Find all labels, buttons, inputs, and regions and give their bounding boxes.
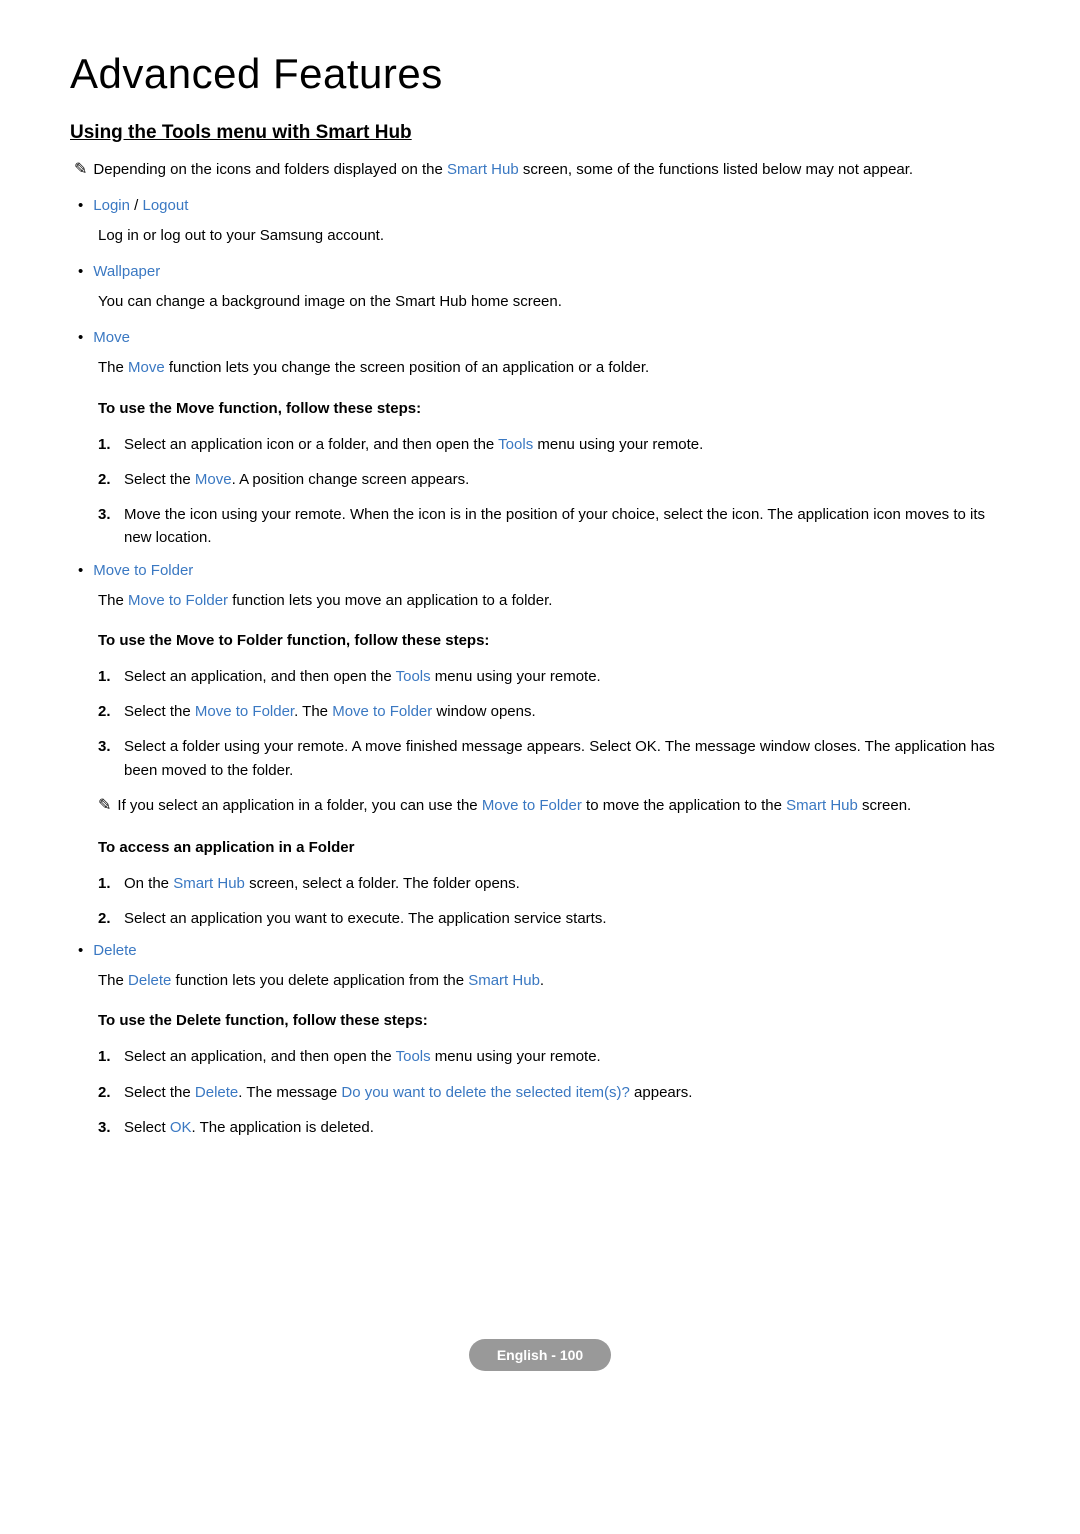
step-number: 1. xyxy=(98,872,124,895)
section-title: Using the Tools menu with Smart Hub xyxy=(70,122,1010,144)
bullet-delete: • Delete xyxy=(70,942,1010,959)
note-text: If you select an application in a folder… xyxy=(117,794,911,817)
bullet-move: • Move xyxy=(70,329,1010,346)
step-number: 1. xyxy=(98,433,124,456)
step-text: Select OK. The application is deleted. xyxy=(124,1116,374,1139)
step-text: Select an application you want to execut… xyxy=(124,907,607,930)
page-content: Advanced Features Using the Tools menu w… xyxy=(0,0,1080,1411)
link-logout: Logout xyxy=(142,197,188,214)
mtf-steps-heading: To use the Move to Folder function, foll… xyxy=(70,632,1010,649)
list-item: 3. Move the icon using your remote. When… xyxy=(98,503,1010,550)
page-number-badge: English - 100 xyxy=(469,1339,611,1371)
link-move: Move xyxy=(93,329,130,346)
list-item: 1. Select an application, and then open … xyxy=(98,665,1010,688)
step-number: 3. xyxy=(98,503,124,526)
move-steps: 1. Select an application icon or a folde… xyxy=(70,433,1010,550)
bullet-icon: • xyxy=(78,942,93,959)
step-text: Select an application, and then open the… xyxy=(124,665,601,688)
link-wallpaper: Wallpaper xyxy=(93,263,160,280)
bullet-login-logout: • Login / Logout xyxy=(70,197,1010,214)
step-number: 2. xyxy=(98,907,124,930)
move-desc: The Move function lets you change the sc… xyxy=(70,356,1010,379)
list-item: 1. Select an application, and then open … xyxy=(98,1045,1010,1068)
mtf-desc: The Move to Folder function lets you mov… xyxy=(70,589,1010,612)
step-text: Select an application, and then open the… xyxy=(124,1045,601,1068)
step-text: Select a folder using your remote. A mov… xyxy=(124,735,1010,782)
wallpaper-desc: You can change a background image on the… xyxy=(70,290,1010,313)
step-number: 1. xyxy=(98,665,124,688)
delete-steps: 1. Select an application, and then open … xyxy=(70,1045,1010,1139)
bullet-icon: • xyxy=(78,562,93,579)
page-title: Advanced Features xyxy=(70,50,1010,98)
bullet-wallpaper: • Wallpaper xyxy=(70,263,1010,280)
list-item: 2. Select the Move. A position change sc… xyxy=(98,468,1010,491)
mtf-access-steps: 1. On the Smart Hub screen, select a fol… xyxy=(70,872,1010,931)
step-number: 3. xyxy=(98,1116,124,1139)
bullet-icon: • xyxy=(78,197,93,214)
step-text: Select an application icon or a folder, … xyxy=(124,433,703,456)
step-number: 2. xyxy=(98,700,124,723)
delete-steps-heading: To use the Delete function, follow these… xyxy=(70,1012,1010,1029)
step-number: 2. xyxy=(98,1081,124,1104)
step-text: On the Smart Hub screen, select a folder… xyxy=(124,872,520,895)
page-footer: English - 100 xyxy=(70,1339,1010,1371)
step-text: Select the Delete. The message Do you wa… xyxy=(124,1081,692,1104)
list-item: 3. Select OK. The application is deleted… xyxy=(98,1116,1010,1139)
list-item: 1. Select an application icon or a folde… xyxy=(98,433,1010,456)
list-item: 2. Select the Delete. The message Do you… xyxy=(98,1081,1010,1104)
list-item: 2. Select the Move to Folder. The Move t… xyxy=(98,700,1010,723)
step-text: Select the Move to Folder. The Move to F… xyxy=(124,700,536,723)
link-move-to-folder: Move to Folder xyxy=(93,562,193,579)
link-delete: Delete xyxy=(93,942,136,959)
note-icon: ✎ xyxy=(98,794,117,819)
delete-desc: The Delete function lets you delete appl… xyxy=(70,969,1010,992)
step-number: 3. xyxy=(98,735,124,758)
bullet-label: Login / Logout xyxy=(93,197,188,214)
bullet-icon: • xyxy=(78,329,93,346)
login-desc: Log in or log out to your Samsung accoun… xyxy=(70,224,1010,247)
step-number: 1. xyxy=(98,1045,124,1068)
move-steps-heading: To use the Move function, follow these s… xyxy=(70,400,1010,417)
bullet-move-to-folder: • Move to Folder xyxy=(70,562,1010,579)
list-item: 2. Select an application you want to exe… xyxy=(98,907,1010,930)
mtf-steps: 1. Select an application, and then open … xyxy=(70,665,1010,782)
mtf-access-heading: To access an application in a Folder xyxy=(70,839,1010,856)
list-item: 3. Select a folder using your remote. A … xyxy=(98,735,1010,782)
list-item: 1. On the Smart Hub screen, select a fol… xyxy=(98,872,1010,895)
step-number: 2. xyxy=(98,468,124,491)
link-smart-hub: Smart Hub xyxy=(447,161,519,178)
note-icon: ✎ xyxy=(74,158,93,183)
step-text: Move the icon using your remote. When th… xyxy=(124,503,1010,550)
bullet-icon: • xyxy=(78,263,93,280)
top-note: ✎ Depending on the icons and folders dis… xyxy=(70,158,1010,183)
step-text: Select the Move. A position change scree… xyxy=(124,468,469,491)
mtf-note: ✎ If you select an application in a fold… xyxy=(70,794,1010,819)
link-login: Login xyxy=(93,197,130,214)
note-text: Depending on the icons and folders displ… xyxy=(93,158,913,181)
